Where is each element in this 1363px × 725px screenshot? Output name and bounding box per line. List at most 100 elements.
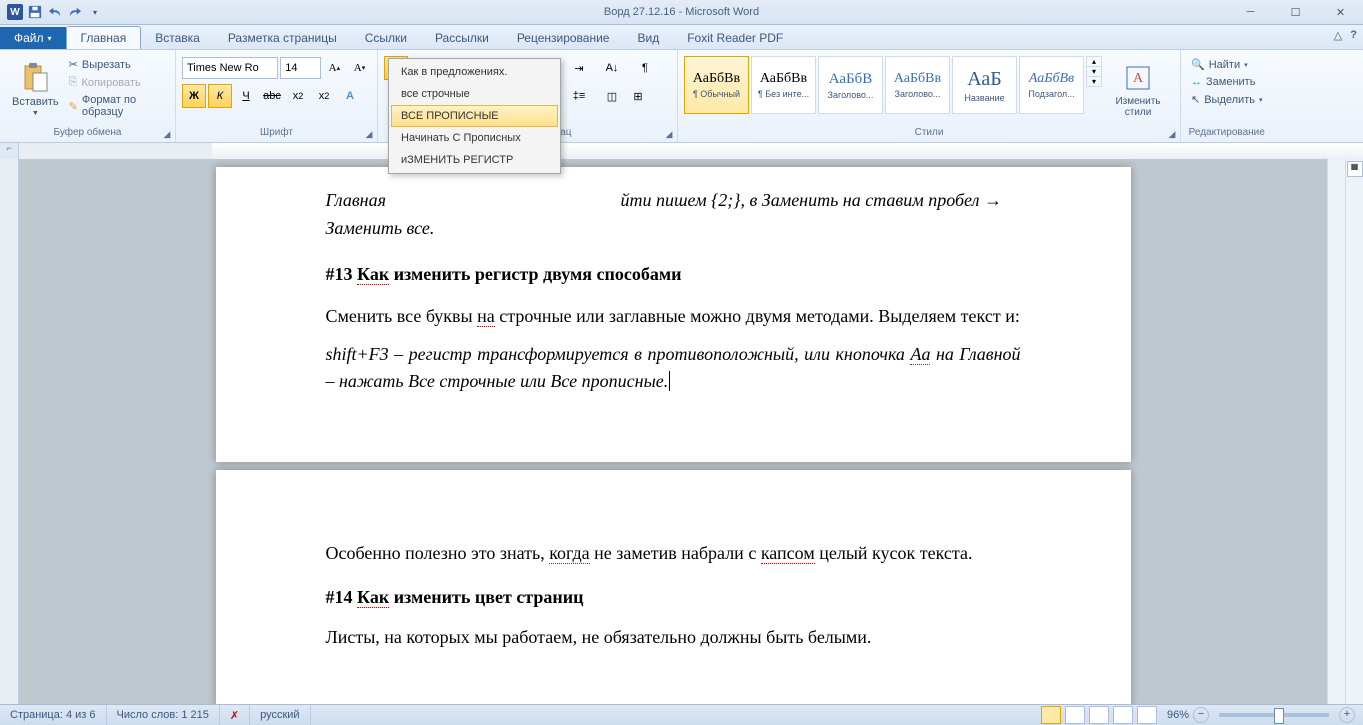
tab-insert[interactable]: Вставка (141, 27, 214, 49)
replace-button[interactable]: ↔Заменить (1187, 74, 1266, 90)
status-language[interactable]: русский (250, 705, 310, 725)
change-case-menu: Как в предложениях. все строчные ВСЕ ПРО… (388, 58, 561, 174)
group-label: Буфер обмена (6, 127, 169, 140)
zoom-level[interactable]: 96% (1167, 709, 1189, 721)
line-spacing-button[interactable]: ‡≡ (567, 84, 591, 108)
shading-button[interactable]: ◫ (600, 84, 624, 108)
app-icon[interactable]: W (6, 3, 24, 21)
group-label: Редактирование (1187, 127, 1266, 140)
svg-text:A: A (1133, 71, 1144, 86)
paragraph-launcher[interactable]: ◢ (663, 128, 675, 140)
qat-dropdown-icon[interactable]: ▾ (86, 3, 104, 21)
undo-icon[interactable] (46, 3, 64, 21)
view-outline[interactable] (1113, 706, 1133, 724)
redo-icon[interactable] (66, 3, 84, 21)
view-print-layout[interactable] (1041, 706, 1061, 724)
status-page[interactable]: Страница: 4 из 6 (0, 705, 107, 725)
text-effects-button[interactable]: A (338, 84, 362, 108)
case-title[interactable]: Начинать С Прописных (391, 127, 558, 149)
zoom-slider[interactable] (1219, 713, 1329, 717)
italic-button[interactable]: К (208, 84, 232, 108)
file-tab[interactable]: Файл▾ (0, 27, 66, 49)
sort-button[interactable]: A↓ (600, 56, 624, 80)
subscript-button[interactable]: x2 (286, 84, 310, 108)
case-sentence[interactable]: Как в предложениях. (391, 61, 558, 83)
underline-button[interactable]: Ч (234, 84, 258, 108)
minimize-ribbon-icon[interactable]: △ (1334, 29, 1342, 42)
font-size-combo[interactable]: 14 (280, 57, 321, 79)
group-styles: АаБбВв¶ Обычный АаБбВв¶ Без инте... АаБб… (678, 50, 1181, 142)
grow-font-button[interactable]: A▴ (323, 56, 346, 80)
page-4[interactable]: Главная йти пишем {2;}, в Заменить на ст… (216, 167, 1131, 462)
copy-button[interactable]: ⎘Копировать (65, 74, 169, 91)
increase-indent-button[interactable]: ⇥ (567, 56, 591, 80)
side-tools: ▦ (1345, 159, 1363, 705)
select-icon: ↖ (1191, 93, 1200, 106)
view-draft[interactable] (1137, 706, 1157, 724)
doc-heading: #13 Как изменить регистр двумя способами (326, 264, 682, 285)
document-area[interactable]: Главная йти пишем {2;}, в Заменить на ст… (19, 159, 1327, 705)
doc-text: Главная (326, 190, 391, 210)
doc-text: йти пишем {2;}, в Заменить на ставим про… (326, 190, 1002, 238)
paste-button[interactable]: Вставить ▼ (6, 52, 65, 127)
font-name-combo[interactable]: Times New Ro (182, 57, 278, 79)
find-icon: 🔍 (1191, 58, 1205, 71)
style-nospacing[interactable]: АаБбВв¶ Без инте... (751, 56, 816, 114)
close-button[interactable]: ✕ (1318, 1, 1363, 23)
view-full-screen[interactable] (1065, 706, 1085, 724)
ribbon: Вставить ▼ ✂Вырезать ⎘Копировать ✎Формат… (0, 50, 1363, 143)
tab-references[interactable]: Ссылки (351, 27, 421, 49)
zoom-out-button[interactable]: − (1193, 707, 1209, 723)
shrink-font-button[interactable]: A▾ (348, 56, 371, 80)
style-title[interactable]: АаБНазвание (952, 56, 1017, 114)
ruler-toggle[interactable]: ▦ (1347, 161, 1363, 177)
paste-icon (19, 62, 51, 94)
maximize-button[interactable]: ☐ (1273, 1, 1318, 23)
tab-mailings[interactable]: Рассылки (421, 27, 503, 49)
copy-icon: ⎘ (69, 76, 78, 89)
bold-button[interactable]: Ж (182, 84, 206, 108)
zoom-in-button[interactable]: + (1339, 707, 1355, 723)
select-button[interactable]: ↖Выделить▾ (1187, 91, 1266, 108)
doc-text: Особенно полезно это знать, когда не зам… (326, 540, 1021, 568)
workspace: Главная йти пишем {2;}, в Заменить на ст… (0, 159, 1363, 705)
case-upper[interactable]: ВСЕ ПРОПИСНЫЕ (391, 105, 558, 127)
style-gallery[interactable]: АаБбВв¶ Обычный АаБбВв¶ Без инте... АаБб… (684, 52, 1102, 127)
format-painter-button[interactable]: ✎Формат по образцу (65, 92, 169, 120)
borders-button[interactable]: ⊞ (626, 84, 650, 108)
tab-view[interactable]: Вид (623, 27, 673, 49)
doc-text: shift+F3 – регистр трансформируется в пр… (326, 341, 1021, 397)
style-subtitle[interactable]: АаБбВвПодзагол... (1019, 56, 1084, 114)
show-marks-button[interactable]: ¶ (633, 56, 657, 80)
font-launcher[interactable]: ◢ (363, 128, 375, 140)
tab-foxit[interactable]: Foxit Reader PDF (673, 27, 797, 49)
status-proofing[interactable]: ✗ (220, 705, 250, 725)
tab-layout[interactable]: Разметка страницы (214, 27, 351, 49)
group-label: Шрифт (182, 127, 371, 140)
style-scroll[interactable]: ▴ ▾ ▾ (1086, 56, 1102, 87)
status-words[interactable]: Число слов: 1 215 (107, 705, 220, 725)
style-heading1[interactable]: АаБбВЗаголово... (818, 56, 883, 114)
minimize-button[interactable]: ─ (1228, 1, 1273, 23)
ribbon-tabs: Файл▾ Главная Вставка Разметка страницы … (0, 25, 1363, 50)
find-button[interactable]: 🔍Найти▾ (1187, 56, 1266, 73)
style-heading2[interactable]: АаБбВвЗаголово... (885, 56, 950, 114)
page-5[interactable]: Особенно полезно это знать, когда не зам… (216, 470, 1131, 705)
clipboard-launcher[interactable]: ◢ (161, 128, 173, 140)
view-web[interactable] (1089, 706, 1109, 724)
style-normal[interactable]: АаБбВв¶ Обычный (684, 56, 749, 114)
change-styles-button[interactable]: A Изменить стили (1102, 52, 1174, 127)
help-icon[interactable]: ? (1350, 29, 1357, 42)
strike-button[interactable]: abc (260, 84, 284, 108)
group-font: Times New Ro 14 A▴ A▾ Ж К Ч abc x2 x2 A … (176, 50, 378, 142)
tab-review[interactable]: Рецензирование (503, 27, 624, 49)
superscript-button[interactable]: x2 (312, 84, 336, 108)
tab-home[interactable]: Главная (66, 26, 142, 49)
ruler-vertical[interactable] (0, 159, 19, 705)
scrollbar-vertical[interactable] (1327, 159, 1345, 705)
case-lower[interactable]: все строчные (391, 83, 558, 105)
cut-button[interactable]: ✂Вырезать (65, 56, 169, 73)
case-toggle[interactable]: иЗМЕНИТЬ РЕГИСТР (391, 149, 558, 171)
styles-launcher[interactable]: ◢ (1166, 128, 1178, 140)
save-icon[interactable] (26, 3, 44, 21)
